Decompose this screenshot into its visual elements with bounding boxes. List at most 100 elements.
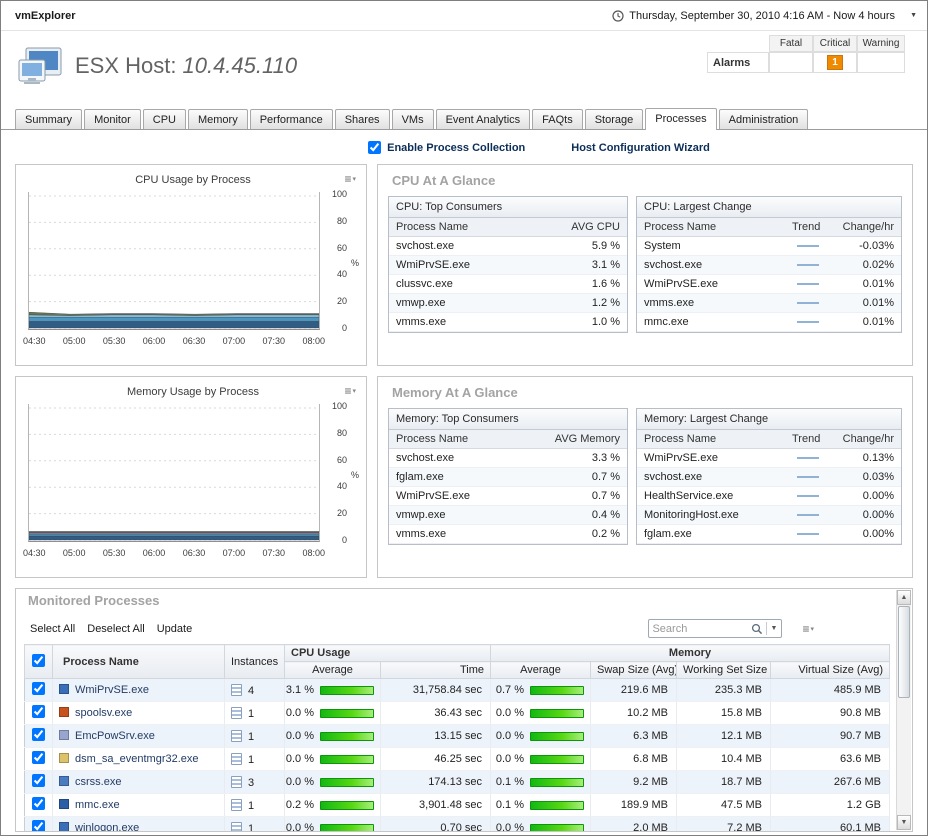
process-row[interactable]: dsm_sa_eventmgr32.exe 1 0.0 % 46.25 sec … [25, 748, 890, 771]
vertical-scrollbar[interactable]: ▲ ▼ [896, 590, 911, 830]
table-row[interactable]: svchost.exe5.9 % [389, 237, 627, 256]
column-header-instances[interactable]: Instances [225, 645, 285, 679]
column-header-avg-memory[interactable]: AVG Memory [514, 430, 627, 449]
chart-options-icon[interactable]: ≡▾ [344, 385, 356, 397]
table-row[interactable]: clussvc.exe1.6 % [389, 275, 627, 294]
column-header-trend[interactable]: Trend [785, 218, 831, 237]
process-color-swatch [59, 753, 69, 763]
column-header-virtual-size[interactable]: Virtual Size (Avg) [771, 662, 890, 679]
process-row[interactable]: csrss.exe 3 0.0 % 174.13 sec 0.1 % 9.2 M… [25, 771, 890, 794]
row-checkbox[interactable] [32, 682, 45, 695]
column-header-change[interactable]: Change/hr [831, 430, 901, 449]
process-row[interactable]: WmiPrvSE.exe 4 3.1 % 31,758.84 sec 0.7 %… [25, 679, 890, 702]
table-row[interactable]: vmms.exe0.01% [637, 294, 901, 313]
table-row[interactable]: WmiPrvSE.exe0.7 % [389, 487, 627, 506]
column-header-working-set[interactable]: Working Set Size [677, 662, 771, 679]
table-row[interactable]: HealthService.exe0.00% [637, 487, 901, 506]
table-options-icon[interactable]: ≡▾ [802, 622, 814, 636]
tab-administration[interactable]: Administration [719, 109, 809, 129]
search-icon[interactable] [751, 623, 763, 635]
deselect-all-button[interactable]: Deselect All [87, 623, 144, 635]
tab-vms[interactable]: VMs [392, 109, 434, 129]
tab-processes[interactable]: Processes [645, 108, 716, 130]
process-row[interactable]: EmcPowSrv.exe 1 0.0 % 13.15 sec 0.0 % 6.… [25, 725, 890, 748]
tab-cpu[interactable]: CPU [143, 109, 186, 129]
cpu-time-value: 36.43 sec [381, 702, 491, 725]
column-header-avg-cpu[interactable]: AVG CPU [528, 218, 627, 237]
alarms-critical-count[interactable]: 1 [827, 55, 843, 70]
table-row[interactable]: vmms.exe1.0 % [389, 313, 627, 332]
column-header-process-name[interactable]: Process Name [389, 218, 528, 237]
column-header-change[interactable]: Change/hr [831, 218, 901, 237]
column-header-trend[interactable]: Trend [785, 430, 831, 449]
table-row[interactable]: svchost.exe0.03% [637, 468, 901, 487]
column-header-swap-size[interactable]: Swap Size (Avg) [591, 662, 677, 679]
column-header-process-name[interactable]: Process Name [637, 218, 785, 237]
enable-process-collection-label[interactable]: Enable Process Collection [368, 141, 525, 154]
process-row[interactable]: mmc.exe 1 0.2 % 3,901.48 sec 0.1 % 189.9… [25, 794, 890, 817]
column-header-mem-average[interactable]: Average [491, 662, 591, 679]
process-name: WmiPrvSE.exe [75, 684, 149, 696]
host-configuration-wizard-link[interactable]: Host Configuration Wizard [571, 142, 710, 154]
row-checkbox[interactable] [32, 774, 45, 787]
chart-options-icon[interactable]: ≡▾ [344, 173, 356, 185]
table-row[interactable]: MonitoringHost.exe0.00% [637, 506, 901, 525]
alarms-warning-count[interactable] [857, 52, 905, 73]
table-row[interactable]: vmms.exe0.2 % [389, 525, 627, 544]
tab-memory[interactable]: Memory [188, 109, 248, 129]
search-input[interactable] [652, 623, 750, 635]
row-checkbox[interactable] [32, 797, 45, 810]
select-all-button[interactable]: Select All [30, 623, 75, 635]
alarms-fatal-count[interactable] [769, 52, 813, 73]
scroll-down-button[interactable]: ▼ [897, 815, 911, 830]
esx-host-icon [17, 46, 63, 86]
row-checkbox[interactable] [32, 728, 45, 741]
table-row[interactable]: fglam.exe0.7 % [389, 468, 627, 487]
cpu-average-value: 0.0 % [285, 730, 315, 742]
table-row[interactable]: System-0.03% [637, 237, 901, 256]
enable-process-collection-checkbox[interactable] [368, 141, 381, 154]
row-checkbox[interactable] [32, 820, 45, 832]
tab-shares[interactable]: Shares [335, 109, 390, 129]
time-range-selector[interactable]: Thursday, September 30, 2010 4:16 AM - N… [612, 10, 917, 22]
tab-faqts[interactable]: FAQts [532, 109, 583, 129]
process-row[interactable]: spoolsv.exe 1 0.0 % 36.43 sec 0.0 % 10.2… [25, 702, 890, 725]
select-all-checkbox[interactable] [32, 654, 45, 667]
table-row[interactable]: vmwp.exe0.4 % [389, 506, 627, 525]
page-header: ESX Host:10.4.45.110 Fatal Critical Warn… [1, 31, 927, 97]
tab-storage[interactable]: Storage [585, 109, 644, 129]
table-row[interactable]: svchost.exe3.3 % [389, 449, 627, 468]
tab-performance[interactable]: Performance [250, 109, 333, 129]
table-row[interactable]: vmwp.exe1.2 % [389, 294, 627, 313]
column-header-cpu-time[interactable]: Time [381, 662, 491, 679]
scrollbar-thumb[interactable] [898, 606, 910, 698]
row-checkbox[interactable] [32, 751, 45, 764]
cpu-average-value: 3.1 % [285, 684, 315, 696]
row-checkbox[interactable] [32, 705, 45, 718]
scroll-up-button[interactable]: ▲ [897, 590, 911, 605]
process-color-swatch [59, 799, 69, 809]
chevron-down-icon: ▾ [352, 388, 356, 395]
table-row[interactable]: svchost.exe0.02% [637, 256, 901, 275]
tab-bar: Summary Monitor CPU Memory Performance S… [1, 105, 927, 130]
column-header-process-name[interactable]: Process Name [637, 430, 785, 449]
column-header-cpu-average[interactable]: Average [285, 662, 381, 679]
column-header-process-name[interactable]: Process Name [389, 430, 514, 449]
chevron-down-icon[interactable]: ▼ [770, 625, 779, 632]
table-row[interactable]: WmiPrvSE.exe0.13% [637, 449, 901, 468]
update-button[interactable]: Update [157, 623, 192, 635]
instances-count: 1 [248, 823, 254, 833]
table-row[interactable]: fglam.exe0.00% [637, 525, 901, 544]
change-value: 0.00% [831, 525, 901, 544]
column-header-process-name[interactable]: Process Name [53, 645, 225, 679]
instances-icon [231, 730, 242, 742]
y-axis-tick: 0 [323, 323, 347, 333]
tab-summary[interactable]: Summary [15, 109, 82, 129]
process-color-swatch [59, 776, 69, 786]
tab-event-analytics[interactable]: Event Analytics [436, 109, 531, 129]
table-row[interactable]: WmiPrvSE.exe3.1 % [389, 256, 627, 275]
table-row[interactable]: mmc.exe0.01% [637, 313, 901, 332]
process-row[interactable]: winlogon.exe 1 0.0 % 0.70 sec 0.0 % 2.0 … [25, 817, 890, 833]
table-row[interactable]: WmiPrvSE.exe0.01% [637, 275, 901, 294]
tab-monitor[interactable]: Monitor [84, 109, 141, 129]
